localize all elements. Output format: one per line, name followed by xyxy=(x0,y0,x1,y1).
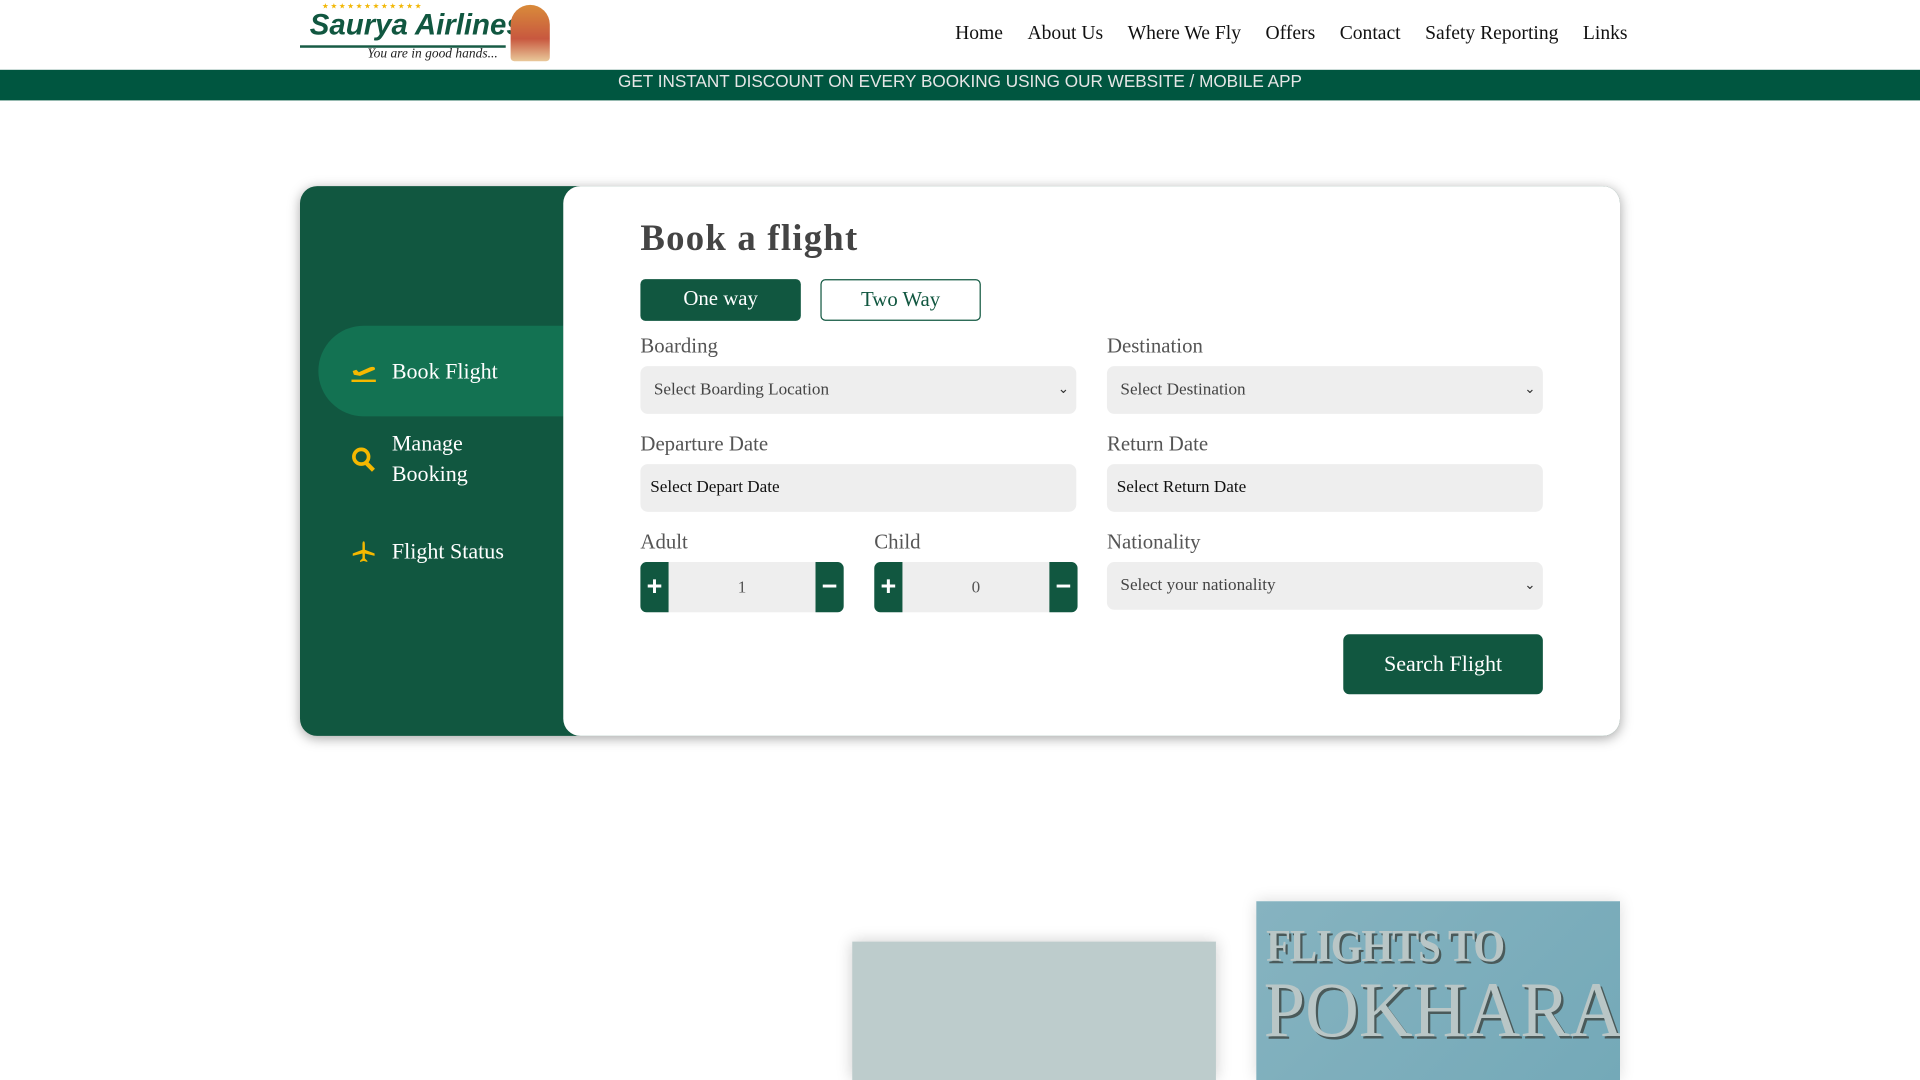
adult-value[interactable]: 1 xyxy=(669,562,816,615)
adult-stepper: + 1 − xyxy=(640,562,844,615)
return-date-input[interactable]: Select Return Date xyxy=(1106,464,1543,512)
adult-decrement-button[interactable]: − xyxy=(815,562,844,613)
page: ★★★★★★★★★★★★ Saurya Airlines You are in … xyxy=(0,0,1920,1080)
promo-destination: POKHARA xyxy=(1263,966,1621,1054)
nationality-label: Nationality xyxy=(1106,530,1201,554)
logo[interactable]: ★★★★★★★★★★★★ Saurya Airlines You are in … xyxy=(300,2,557,66)
adult-increment-button[interactable]: + xyxy=(640,562,669,613)
promo-card[interactable] xyxy=(852,941,1216,1080)
search-flight-button[interactable]: Search Flight xyxy=(1343,634,1543,695)
adult-label: Adult xyxy=(640,530,688,554)
departure-date-label: Departure Date xyxy=(640,432,769,456)
nav-links[interactable]: Links xyxy=(1583,23,1628,45)
destination-value: Select Destination xyxy=(1120,380,1246,400)
departure-date-input[interactable]: Select Depart Date xyxy=(640,464,1077,512)
logo-tagline: You are in good hands... xyxy=(367,46,498,62)
sidebar-item-manage-booking[interactable]: Manage Booking xyxy=(318,429,563,490)
discount-banner: GET INSTANT DISCOUNT ON EVERY BOOKING US… xyxy=(0,69,1920,101)
sidebar-item-flight-status[interactable]: Flight Status xyxy=(318,536,563,567)
chevron-down-icon: ⌄ xyxy=(1057,382,1069,397)
child-stepper: + 0 − xyxy=(874,562,1078,615)
nav-home[interactable]: Home xyxy=(955,23,1003,45)
nav-safety-reporting[interactable]: Safety Reporting xyxy=(1425,23,1558,45)
destination-label: Destination xyxy=(1106,334,1203,358)
nav-where-we-fly[interactable]: Where We Fly xyxy=(1128,23,1241,45)
main-nav: Home About Us Where We Fly Offers Contac… xyxy=(955,23,1627,45)
sidebar-item-label: Flight Status xyxy=(391,538,504,564)
return-date-label: Return Date xyxy=(1106,432,1209,456)
plane-departure-icon xyxy=(350,360,377,383)
sidebar-item-label: Manage Booking xyxy=(391,431,468,487)
boarding-value: Select Boarding Location xyxy=(653,380,830,400)
child-value[interactable]: 0 xyxy=(902,562,1049,615)
logo-text: Saurya Airlines xyxy=(309,8,523,42)
one-way-button[interactable]: One way xyxy=(640,279,801,321)
nationality-select[interactable]: Select your nationality ⌄ xyxy=(1106,562,1543,610)
form-title: Book a flight xyxy=(640,217,859,259)
two-way-button[interactable]: Two Way xyxy=(820,279,981,321)
sidebar-item-label: Book Flight xyxy=(391,358,498,383)
child-label: Child xyxy=(874,530,921,554)
child-decrement-button[interactable]: − xyxy=(1049,562,1078,613)
boarding-label: Boarding xyxy=(640,334,718,358)
sidebar-item-book-flight[interactable]: Book Flight xyxy=(318,325,564,417)
search-icon xyxy=(350,446,377,473)
plane-icon xyxy=(350,540,377,563)
boarding-select[interactable]: Select Boarding Location ⌄ xyxy=(640,366,1077,414)
chevron-down-icon: ⌄ xyxy=(1524,382,1536,397)
child-increment-button[interactable]: + xyxy=(874,562,903,613)
nav-contact[interactable]: Contact xyxy=(1340,23,1401,45)
promo-card-pokhara[interactable]: FLIGHTS TO POKHARA xyxy=(1256,901,1621,1080)
nationality-value: Select your nationality xyxy=(1120,576,1276,596)
nav-about-us[interactable]: About Us xyxy=(1027,23,1103,45)
nav-offers[interactable]: Offers xyxy=(1266,23,1316,45)
logo-deity-image xyxy=(510,4,550,62)
chevron-down-icon: ⌄ xyxy=(1524,577,1536,593)
destination-select[interactable]: Select Destination ⌄ xyxy=(1106,366,1543,414)
